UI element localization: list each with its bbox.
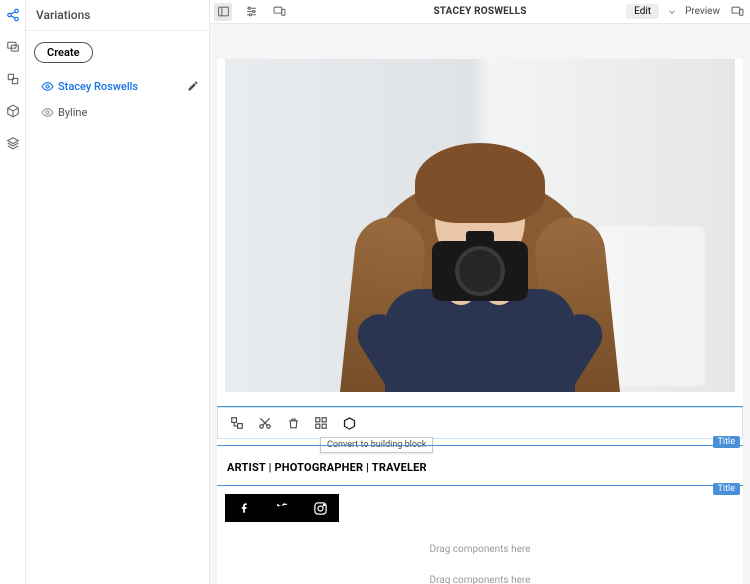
title-text: ARTIST | PHOTOGRAPHER | TRAVELER [227, 461, 427, 474]
title-component[interactable]: ARTIST | PHOTOGRAPHER | TRAVELER [217, 445, 743, 486]
create-button[interactable]: Create [34, 42, 93, 63]
variation-label: Byline [58, 106, 199, 119]
variation-row[interactable]: Stacey Roswells [34, 73, 201, 99]
variations-title: Variations [26, 0, 209, 31]
rail-package-icon[interactable] [4, 102, 22, 120]
left-rail [0, 0, 26, 584]
component-toolbar: Convert to building block [217, 407, 743, 439]
visibility-icon[interactable] [36, 106, 58, 119]
editor-main: STACEY ROSWELLS Edit Preview [210, 0, 750, 584]
canvas-scroll[interactable]: Convert to building block Title ARTIST |… [210, 24, 750, 584]
edit-icon[interactable] [187, 80, 199, 92]
trash-icon[interactable] [284, 414, 302, 432]
group-icon[interactable] [312, 414, 330, 432]
preview-button[interactable]: Preview [685, 6, 720, 17]
panel-toggle-icon[interactable] [214, 3, 232, 21]
devices-icon[interactable] [270, 3, 288, 21]
edit-mode-button[interactable]: Edit [626, 4, 659, 19]
visibility-icon[interactable] [36, 80, 58, 93]
twitter-icon[interactable] [263, 494, 301, 522]
rail-stack-icon[interactable] [4, 134, 22, 152]
rail-screens-icon[interactable] [4, 38, 22, 56]
hero-image[interactable] [225, 59, 735, 392]
drop-zone[interactable]: Drag components here [217, 530, 743, 569]
variation-label: Stacey Roswells [58, 80, 187, 93]
canvas: Convert to building block Title ARTIST |… [217, 59, 743, 584]
component-tag: Title [713, 483, 740, 495]
facebook-icon[interactable] [225, 494, 263, 522]
page-title: STACEY ROSWELLS [433, 6, 526, 17]
building-block-icon[interactable] [340, 414, 358, 432]
parent-icon[interactable] [228, 414, 246, 432]
rail-share-icon[interactable] [4, 6, 22, 24]
drop-zone[interactable]: Drag components here [217, 569, 743, 584]
rail-layers-icon[interactable] [4, 70, 22, 88]
social-links [225, 494, 735, 522]
variation-row[interactable]: Byline [34, 99, 201, 125]
device-preview-icon[interactable] [728, 3, 746, 21]
chevron-down-icon[interactable] [667, 7, 677, 17]
instagram-icon[interactable] [301, 494, 339, 522]
top-bar: STACEY ROSWELLS Edit Preview [210, 0, 750, 24]
variations-panel: Variations Create Stacey Roswells [26, 0, 210, 584]
sliders-icon[interactable] [242, 3, 260, 21]
cut-icon[interactable] [256, 414, 274, 432]
